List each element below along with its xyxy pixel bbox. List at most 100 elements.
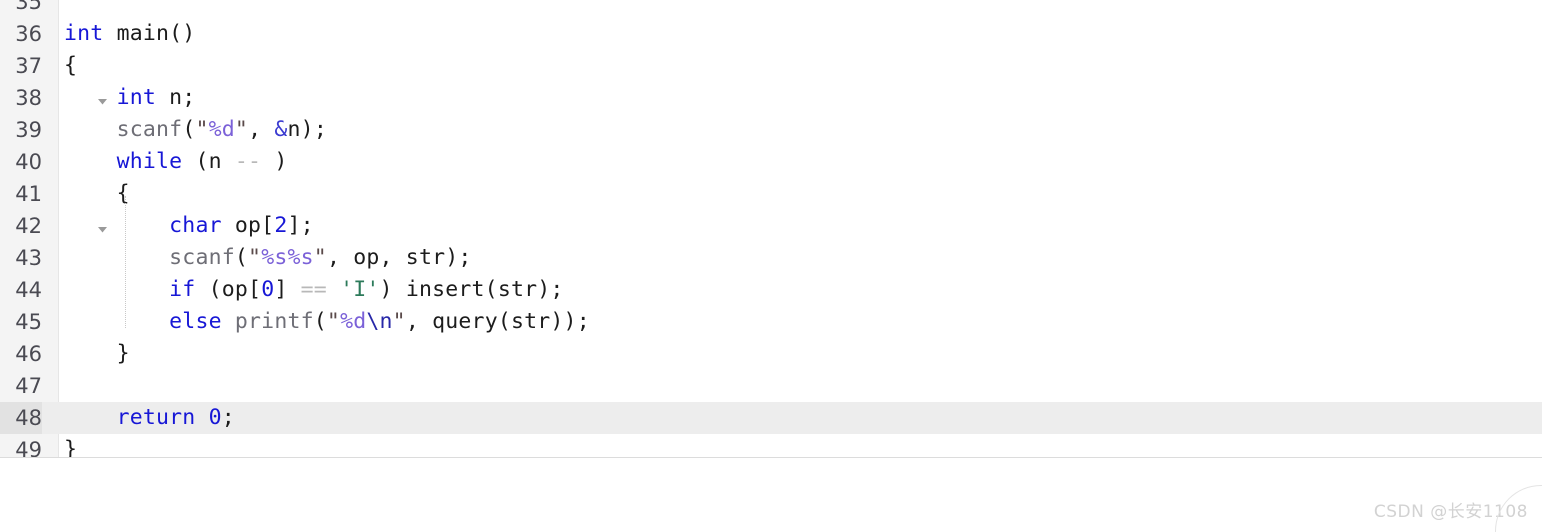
token-plain: { — [64, 181, 130, 206]
token-plain: ]; — [287, 213, 314, 238]
token-keyword: char — [169, 213, 222, 238]
line-number: 40 — [15, 150, 42, 174]
line-content[interactable]: } — [64, 434, 78, 458]
fold-arrow-icon[interactable] — [44, 178, 107, 232]
line-content[interactable]: while (n -- ) — [64, 146, 288, 178]
token-plain: , query(str)); — [405, 309, 590, 334]
code-line[interactable]: 45 else printf("%d\n", query(str)); — [0, 306, 1542, 338]
line-background — [0, 338, 1542, 370]
code-line[interactable]: 49 } — [0, 434, 1542, 458]
token-plain: ( — [313, 309, 327, 334]
line-background — [0, 50, 1542, 82]
token-plain: } — [64, 437, 78, 458]
token-keyword: return — [116, 405, 196, 430]
token-keyword: int — [64, 21, 104, 46]
code-line[interactable]: 44 if (op[0] == 'I') insert(str); — [0, 274, 1542, 306]
token-string: " — [392, 309, 406, 334]
line-background — [0, 178, 1542, 210]
line-number: 49 — [15, 438, 42, 458]
corner-curve-decoration — [1495, 485, 1542, 532]
line-number: 44 — [15, 278, 42, 302]
line-number: 39 — [15, 118, 42, 142]
editor-bottom-pane: CSDN @长安1108 — [0, 458, 1542, 532]
code-lines: 35 36 int main() 37 { 38 int n; 39 scanf… — [0, 0, 1542, 458]
code-line[interactable]: 35 — [0, 0, 1542, 18]
line-content[interactable]: scanf("%d", &n); — [64, 114, 327, 146]
token-operator: == — [300, 277, 327, 302]
indent-guide — [125, 196, 126, 328]
line-background — [0, 370, 1542, 402]
token-plain: main() — [103, 21, 196, 46]
line-content[interactable]: if (op[0] == 'I') insert(str); — [64, 274, 564, 306]
token-plain: , — [248, 117, 275, 142]
line-content[interactable]: return 0; — [64, 402, 235, 434]
token-number: 0 — [208, 405, 222, 430]
line-content[interactable]: int main() — [64, 18, 195, 50]
line-content[interactable]: int n; — [64, 82, 196, 114]
code-line[interactable]: 36 int main() — [0, 18, 1542, 50]
token-string: " — [313, 245, 327, 270]
line-background — [0, 18, 1542, 50]
line-number: 36 — [15, 22, 42, 46]
token-plain: ( — [234, 245, 249, 270]
token-plain: (n — [182, 149, 235, 174]
token-function: printf — [234, 309, 314, 334]
token-number: 2 — [274, 213, 288, 238]
token-escape: \n — [366, 309, 393, 334]
line-background — [0, 434, 1542, 457]
token-plain: , op, str); — [326, 245, 472, 270]
token-function: scanf — [116, 117, 183, 142]
code-line[interactable]: 42 char op[2]; — [0, 210, 1542, 242]
token-plain: ( — [182, 117, 196, 142]
token-format: %d — [340, 309, 367, 334]
line-content[interactable]: { — [64, 50, 77, 82]
code-line[interactable]: 41 { — [0, 178, 1542, 232]
token-string: " — [326, 309, 341, 334]
token-operator: & — [274, 117, 288, 142]
token-char-literal: 'I' — [340, 277, 380, 302]
code-line[interactable]: 40 while (n -- ) — [0, 146, 1542, 178]
code-line[interactable]: 46 } — [0, 338, 1542, 370]
line-content[interactable]: else printf("%d\n", query(str)); — [64, 306, 590, 338]
token-keyword: while — [116, 149, 183, 174]
token-string: " — [248, 245, 262, 270]
line-content[interactable]: { — [64, 178, 130, 210]
token-string: " — [234, 117, 249, 142]
code-line[interactable]: 38 int n; — [0, 82, 1542, 114]
code-line[interactable]: 37 { — [0, 50, 1542, 104]
line-number: 35 — [15, 0, 42, 14]
token-format: %s%s — [261, 245, 314, 270]
token-keyword: int — [116, 85, 157, 110]
token-plain: ] — [274, 277, 301, 302]
token-plain: n; — [156, 85, 196, 110]
line-number: 47 — [15, 374, 42, 398]
line-background — [0, 0, 1542, 18]
token-function: scanf — [169, 245, 235, 270]
line-content[interactable]: } — [64, 338, 130, 370]
code-line[interactable]: 43 scanf("%s%s", op, str); — [0, 242, 1542, 274]
code-line-active[interactable]: 48 return 0; — [0, 402, 1542, 434]
line-number: 37 — [15, 54, 42, 78]
token-format: %d — [208, 117, 235, 142]
token-keyword: if — [169, 277, 196, 302]
code-editor[interactable]: 35 36 int main() 37 { 38 int n; 39 scanf… — [0, 0, 1542, 458]
token-keyword: else — [169, 309, 222, 334]
token-operator: -- — [234, 149, 262, 174]
code-line[interactable]: 47 — [0, 370, 1542, 402]
line-content[interactable]: char op[2]; — [64, 210, 314, 242]
token-string: " — [195, 117, 209, 142]
line-number: 46 — [15, 342, 42, 366]
fold-arrow-icon[interactable] — [44, 50, 107, 104]
token-plain: } — [64, 341, 130, 366]
token-plain: { — [64, 53, 78, 78]
code-line[interactable]: 39 scanf("%d", &n); — [0, 114, 1542, 146]
